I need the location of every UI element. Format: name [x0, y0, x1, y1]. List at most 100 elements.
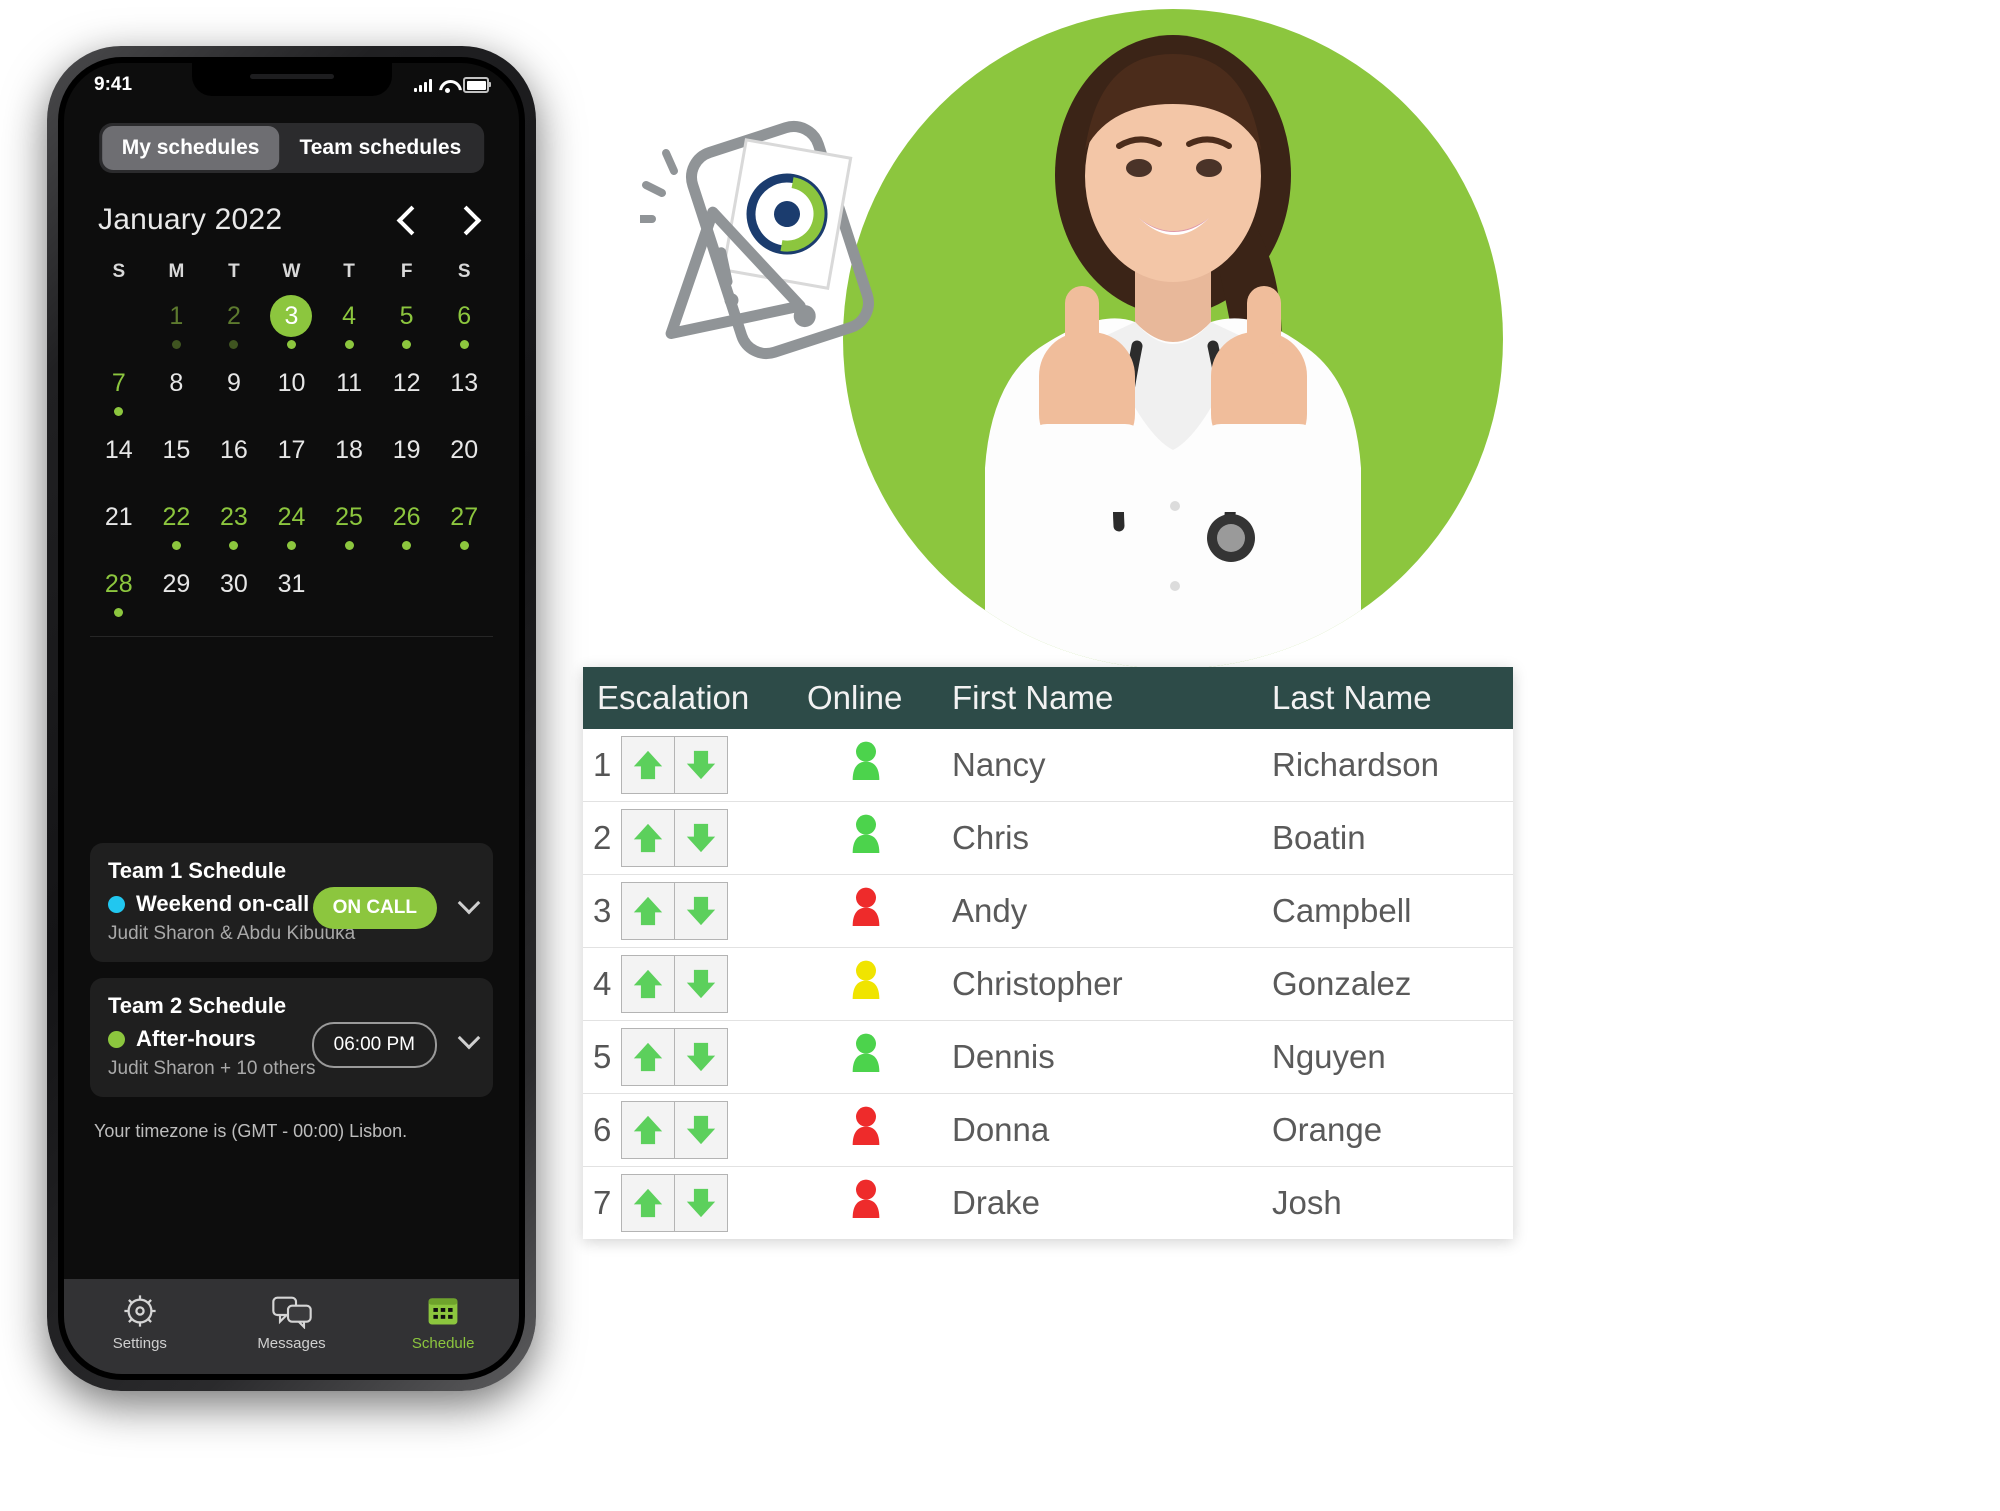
- calendar-day-14[interactable]: 14: [90, 423, 148, 488]
- calendar-day-12[interactable]: 12: [378, 356, 436, 421]
- calendar-day-7[interactable]: 7: [90, 356, 148, 421]
- calendar-day-31[interactable]: 31: [263, 557, 321, 622]
- calendar-day-9[interactable]: 9: [205, 356, 263, 421]
- escalation-cell: 7: [583, 1174, 793, 1232]
- day-number: 29: [162, 570, 191, 598]
- calendar-week: 21 22 23 24 25 26 27: [90, 490, 493, 555]
- arrow-up-icon[interactable]: [621, 1174, 675, 1232]
- shift-label: Weekend on-call: [136, 891, 310, 916]
- last-name-cell: Orange: [1272, 1111, 1383, 1148]
- wifi-icon: [439, 79, 456, 93]
- schedule-dot: [286, 541, 296, 550]
- table-row[interactable]: 1 Nancy Richardson: [583, 729, 1513, 802]
- schedule-card-team-1[interactable]: Team 1 Schedule Weekend on-call Judit Sh…: [90, 843, 493, 962]
- schedule-dot: [171, 541, 181, 550]
- arrow-up-icon[interactable]: [621, 955, 675, 1013]
- calendar-day-24[interactable]: 24: [263, 490, 321, 555]
- on-call-status-badge[interactable]: ON CALL: [312, 887, 437, 929]
- calendar-day-13[interactable]: 13: [435, 356, 493, 421]
- calendar-day-27[interactable]: 27: [435, 490, 493, 555]
- table-row[interactable]: 7 Drake Josh: [583, 1167, 1513, 1239]
- column-header-escalation[interactable]: Escalation: [583, 679, 793, 717]
- column-header-first-name[interactable]: First Name: [938, 679, 1258, 717]
- arrow-up-icon[interactable]: [621, 1028, 675, 1086]
- calendar-day-3[interactable]: 3: [263, 289, 321, 354]
- day-number: 12: [392, 369, 421, 397]
- phone-mockup: 9:41 My schedules Team schedules January…: [47, 46, 536, 1391]
- day-initial-1: M: [168, 261, 185, 282]
- arrow-up-icon[interactable]: [621, 809, 675, 867]
- calendar-day-23[interactable]: 23: [205, 490, 263, 555]
- calendar-day-30[interactable]: 30: [205, 557, 263, 622]
- arrow-down-icon[interactable]: [675, 1101, 728, 1159]
- calendar-day-4[interactable]: 4: [320, 289, 378, 354]
- calendar-day-19[interactable]: 19: [378, 423, 436, 488]
- table-row[interactable]: 5 Dennis Nguyen: [583, 1021, 1513, 1094]
- schedule-card-team-2[interactable]: Team 2 Schedule After-hours Judit Sharon…: [90, 978, 493, 1097]
- day-number: 30: [220, 570, 248, 598]
- calendar-divider: [90, 636, 493, 637]
- day-number: 21: [104, 503, 133, 531]
- schedule-dot: [402, 340, 412, 349]
- calendar-day-17[interactable]: 17: [263, 423, 321, 488]
- arrow-up-icon[interactable]: [621, 736, 675, 794]
- calendar-day-28[interactable]: 28: [90, 557, 148, 622]
- calendar-month-title: January 2022: [98, 203, 283, 236]
- table-row[interactable]: 6 Donna Orange: [583, 1094, 1513, 1167]
- calendar-day-11[interactable]: 11: [320, 356, 378, 421]
- calendar-day-16[interactable]: 16: [205, 423, 263, 488]
- calendar-day-6[interactable]: 6: [435, 289, 493, 354]
- arrow-down-icon[interactable]: [675, 1174, 728, 1232]
- schedule-tabs[interactable]: My schedules Team schedules: [98, 123, 485, 173]
- day-initial-6: S: [457, 261, 471, 282]
- tab-team-schedules[interactable]: Team schedules: [279, 126, 481, 170]
- escalation-rank: 6: [593, 1111, 612, 1148]
- calendar-day-22[interactable]: 22: [148, 490, 206, 555]
- tab-messages[interactable]: Messages: [216, 1293, 368, 1352]
- calendar-day-15[interactable]: 15: [148, 423, 206, 488]
- person-status-icon: [793, 885, 938, 937]
- column-header-last-name[interactable]: Last Name: [1258, 679, 1513, 717]
- table-body: 1 Nancy Richardson 2 Chris Boatin 3 Andy…: [583, 729, 1513, 1239]
- day-number: 11: [336, 369, 363, 397]
- calendar-icon: [428, 1298, 458, 1325]
- tab-schedule[interactable]: Schedule: [367, 1293, 519, 1352]
- day-number: 20: [450, 436, 479, 464]
- tab-settings[interactable]: Settings: [64, 1293, 216, 1352]
- calendar-day-10[interactable]: 10: [263, 356, 321, 421]
- day-number: 26: [392, 503, 421, 531]
- calendar-grid: 1 2 3 4 5 6 7 8 9 10 11 12 13 14 15 16 17 18 19 20 21 22 23 24 2…: [90, 289, 493, 622]
- calendar-day-29[interactable]: 29: [148, 557, 206, 622]
- escalation-cell: 5: [583, 1028, 793, 1086]
- arrow-up-icon[interactable]: [621, 1101, 675, 1159]
- calendar-day-5[interactable]: 5: [378, 289, 436, 354]
- escalation-table: Escalation Online First Name Last Name 1 Na…: [583, 667, 1513, 1239]
- calendar-day-20[interactable]: 20: [435, 423, 493, 488]
- table-row[interactable]: 3 Andy Campbell: [583, 875, 1513, 948]
- calendar-day-8[interactable]: 8: [148, 356, 206, 421]
- calendar-day-26[interactable]: 26: [378, 490, 436, 555]
- calendar-day-21[interactable]: 21: [90, 490, 148, 555]
- schedule-dot: [229, 541, 239, 550]
- arrow-down-icon[interactable]: [675, 1028, 728, 1086]
- arrow-down-icon[interactable]: [675, 809, 728, 867]
- arrow-up-icon[interactable]: [621, 882, 675, 940]
- column-header-online[interactable]: Online: [793, 679, 938, 717]
- arrow-down-icon[interactable]: [675, 882, 728, 940]
- chevron-left-icon[interactable]: [396, 205, 427, 235]
- table-row[interactable]: 4 Christopher Gonzalez: [583, 948, 1513, 1021]
- day-number: 13: [450, 369, 479, 397]
- table-row[interactable]: 2 Chris Boatin: [583, 802, 1513, 875]
- last-name-cell: Boatin: [1272, 819, 1366, 856]
- day-initial-0: S: [112, 261, 126, 282]
- arrow-down-icon[interactable]: [675, 955, 728, 1013]
- calendar-day-2[interactable]: 2: [205, 289, 263, 354]
- chevron-right-icon[interactable]: [451, 205, 482, 235]
- calendar-day-1[interactable]: 1: [148, 289, 206, 354]
- calendar-day-25[interactable]: 25: [320, 490, 378, 555]
- tab-my-schedules[interactable]: My schedules: [101, 126, 280, 170]
- calendar-day-18[interactable]: 18: [320, 423, 378, 488]
- arrow-down-icon[interactable]: [675, 736, 728, 794]
- shift-time-badge[interactable]: 06:00 PM: [311, 1022, 437, 1068]
- first-name-cell: Chris: [952, 819, 1030, 856]
